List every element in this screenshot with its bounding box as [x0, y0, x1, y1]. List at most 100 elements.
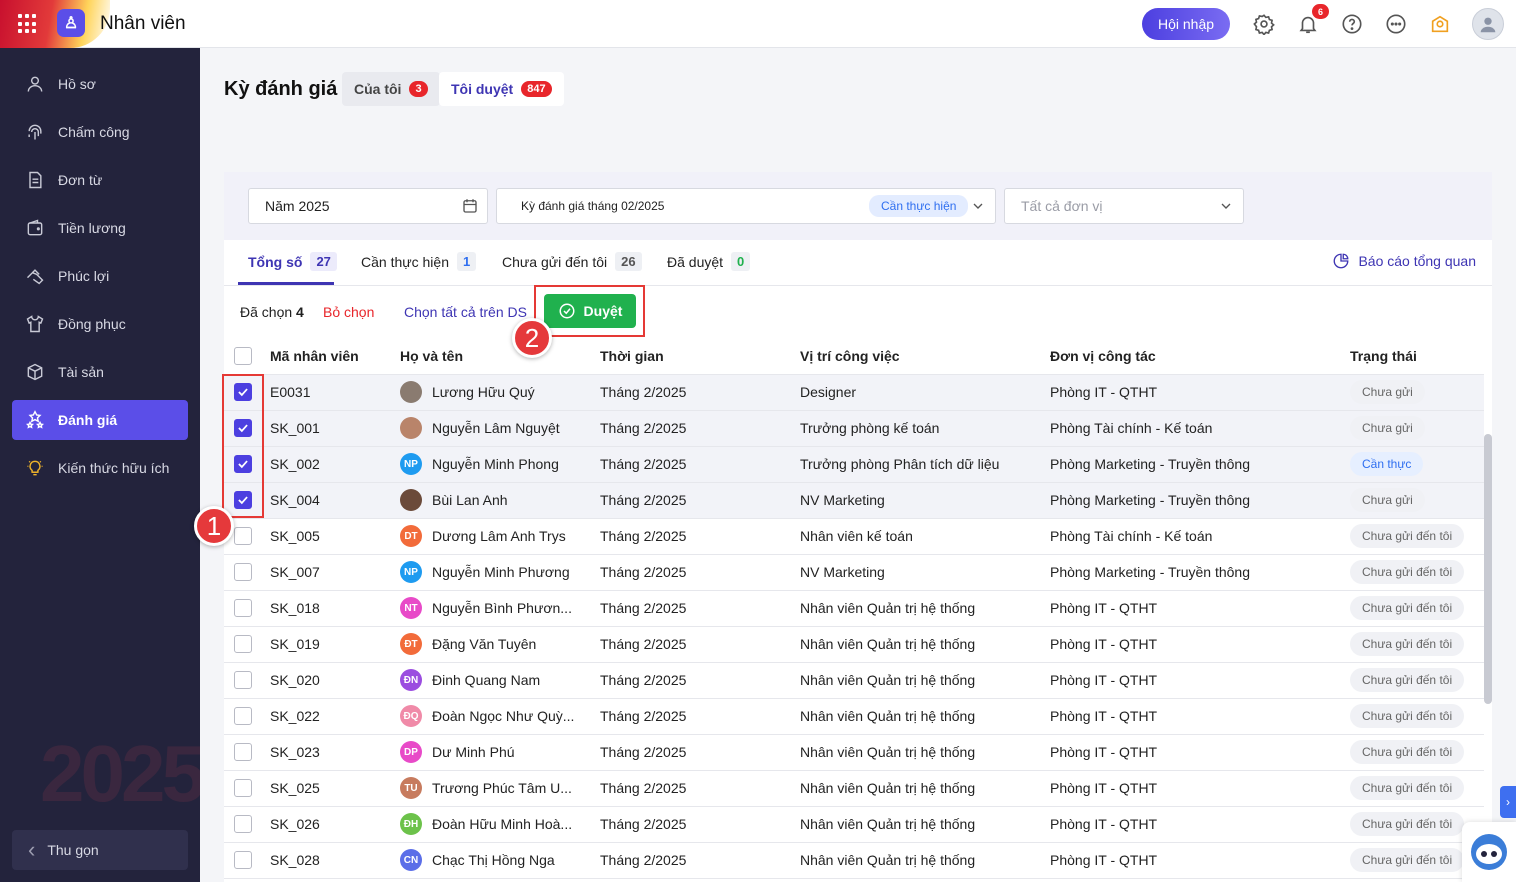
row-checkbox[interactable]: [234, 815, 252, 833]
column-header[interactable]: Họ và tên: [400, 338, 600, 375]
sidebar-item-requests[interactable]: Đơn từ: [12, 160, 188, 200]
help-icon[interactable]: [1341, 13, 1363, 35]
table-row[interactable]: SK_025 TU Trương Phúc Tâm U... Tháng 2/2025…: [224, 770, 1484, 807]
evaluation-time: Tháng 2/2025: [600, 518, 800, 555]
employee-name: Lương Hữu Quý: [432, 384, 535, 400]
job-position: Nhân viên Quản trị hệ thống: [800, 626, 1050, 663]
tab-mine[interactable]: Của tôi 3: [342, 72, 440, 106]
row-checkbox[interactable]: [234, 671, 252, 689]
sidebar-item-profile[interactable]: Hồ sơ: [12, 64, 188, 104]
unit-select[interactable]: Tất cả đơn vị: [1004, 188, 1244, 224]
table-row[interactable]: SK_020 ĐN Đinh Quang Nam Tháng 2/2025 Nhân v…: [224, 662, 1484, 699]
avatar[interactable]: [1472, 8, 1504, 40]
checkbox-highlight-box: [222, 374, 264, 518]
job-position: Trưởng phòng kế toán: [800, 410, 1050, 447]
evaluation-time: Tháng 2/2025: [600, 590, 800, 627]
more-icon[interactable]: [1385, 13, 1407, 35]
status-badge: Chưa gửi đến tôi: [1350, 776, 1465, 800]
column-header[interactable]: Đơn vị công tác: [1050, 338, 1350, 375]
evaluation-time: Tháng 2/2025: [600, 554, 800, 591]
row-checkbox[interactable]: [234, 563, 252, 581]
tab-count: 0: [731, 252, 751, 271]
table-row[interactable]: SK_022 ĐQ Đoàn Ngọc Như Quỳ... Tháng 2/2025…: [224, 698, 1484, 735]
row-checkbox[interactable]: [234, 635, 252, 653]
job-position: Nhân viên Quản trị hệ thống: [800, 770, 1050, 807]
column-header[interactable]: Vị trí công việc: [800, 338, 1050, 375]
table-row[interactable]: SK_007 NP Nguyễn Minh Phương Tháng 2/2025 NV…: [224, 554, 1484, 591]
top-bar: ♙ Nhân viên Hội nhập 6: [0, 0, 1516, 48]
table-row[interactable]: SK_028 CN Chạc Thị Hồng Nga Tháng 2/2025 Nhâ…: [224, 842, 1484, 879]
row-checkbox[interactable]: [234, 743, 252, 761]
work-unit: Phòng Marketing - Truyền thông: [1050, 554, 1350, 591]
select-all-checkbox[interactable]: [234, 346, 252, 365]
sidebar-item-benefits[interactable]: Phúc lợi: [12, 256, 188, 296]
select-all-link[interactable]: Chọn tất cả trên DS: [404, 304, 527, 320]
tab-not-sent[interactable]: Chưa gửi đến tôi 26: [502, 252, 642, 271]
tab-label: Của tôi: [354, 81, 402, 97]
year-value: Năm 2025: [265, 198, 330, 214]
evaluation-time: Tháng 2/2025: [600, 482, 800, 519]
table-row[interactable]: SK_023 DP Dư Minh Phú Tháng 2/2025 Nhân viên…: [224, 734, 1484, 771]
employee-id: SK_023: [270, 734, 400, 771]
tab-approved[interactable]: Đã duyệt 0: [667, 252, 751, 271]
unselect-link[interactable]: Bỏ chọn: [323, 304, 374, 320]
job-position: Nhân viên Quản trị hệ thống: [800, 698, 1050, 735]
table-row[interactable]: SK_001 Nguyễn Lâm Nguyệt Tháng 2/2025 Trưởn…: [224, 410, 1484, 447]
robot-icon: [1471, 834, 1507, 870]
sidebar-item-knowledge[interactable]: Kiến thức hữu ích: [12, 448, 188, 488]
tab-review[interactable]: Tôi duyệt 847: [439, 72, 564, 106]
join-button[interactable]: Hội nhập: [1142, 8, 1230, 40]
status-tabs: Tổng số 27 Cần thực hiện 1 Chưa gửi đến …: [224, 240, 1492, 286]
selection-action-bar: Đã chọn 4 Bỏ chọn Chọn tất cả trên DS Du…: [224, 286, 1492, 338]
employee-id: SK_028: [270, 842, 400, 879]
column-header[interactable]: Thời gian: [600, 338, 800, 375]
period-value: Kỳ đánh giá tháng 02/2025: [521, 199, 665, 213]
tab-todo[interactable]: Cần thực hiện 1: [361, 252, 477, 271]
chevron-down-icon: [1217, 197, 1235, 215]
row-checkbox[interactable]: [234, 707, 252, 725]
year-picker[interactable]: Năm 2025: [248, 188, 488, 224]
sidebar-item-uniform[interactable]: Đồng phục: [12, 304, 188, 344]
sidebar-item-salary[interactable]: Tiền lương: [12, 208, 188, 248]
tab-total[interactable]: Tổng số 27: [248, 252, 337, 271]
status-badge: Cần thực: [1350, 452, 1424, 476]
sidebar-item-evaluation[interactable]: Đánh giá: [12, 400, 188, 440]
evaluation-card: Năm 2025 Kỳ đánh giá tháng 02/2025 Cần t…: [224, 172, 1492, 882]
status-badge: Chưa gửi: [1350, 488, 1425, 512]
row-checkbox[interactable]: [234, 779, 252, 797]
settings-icon[interactable]: [1253, 13, 1275, 35]
table-row[interactable]: SK_018 NT Nguyễn Bình Phươn... Tháng 2/2025…: [224, 590, 1484, 627]
sidebar-item-timekeeping[interactable]: Chấm công: [12, 112, 188, 152]
sidebar-item-label: Đơn từ: [58, 172, 103, 188]
avatar: NP: [400, 453, 422, 475]
pie-chart-icon: [1334, 253, 1349, 269]
column-header[interactable]: Mã nhân viên: [270, 338, 400, 375]
idea-icon[interactable]: [1429, 13, 1451, 35]
table-row[interactable]: E0031 Lương Hữu Quý Tháng 2/2025 Designer Ph…: [224, 374, 1484, 411]
table-row[interactable]: SK_026 ĐH Đoàn Hữu Minh Hoà... Tháng 2/2025…: [224, 806, 1484, 843]
table-row[interactable]: SK_004 Bùi Lan Anh Tháng 2/2025 NV Marketin…: [224, 482, 1484, 519]
table-row[interactable]: SK_002 NP Nguyễn Minh Phong Tháng 2/2025 Trư…: [224, 446, 1484, 483]
employee-id: SK_001: [270, 410, 400, 447]
row-checkbox[interactable]: [234, 527, 252, 545]
panel-toggle-button[interactable]: ›: [1500, 786, 1516, 818]
row-checkbox[interactable]: [234, 851, 252, 869]
apps-grid-icon[interactable]: [18, 14, 38, 34]
employee-name: Chạc Thị Hồng Nga: [432, 852, 555, 868]
sidebar-item-assets[interactable]: Tài sản: [12, 352, 188, 392]
employee-id: SK_002: [270, 446, 400, 483]
table-row[interactable]: SK_019 ĐT Đặng Văn Tuyên Tháng 2/2025 Nhân v…: [224, 626, 1484, 663]
collapse-sidebar-button[interactable]: ‹ Thu gọn: [12, 830, 188, 870]
row-checkbox[interactable]: [234, 599, 252, 617]
employee-id: SK_005: [270, 518, 400, 555]
sidebar-item-label: Tiền lương: [58, 220, 126, 236]
job-position: NV Marketing: [800, 554, 1050, 591]
chatbot-button[interactable]: [1462, 822, 1516, 882]
table-scrollbar[interactable]: [1484, 434, 1492, 704]
period-select[interactable]: Kỳ đánh giá tháng 02/2025 Cần thực hiện: [496, 188, 996, 224]
overview-report-link[interactable]: Báo cáo tổng quan: [1332, 252, 1476, 270]
column-header[interactable]: Trạng thái: [1350, 338, 1484, 375]
table-row[interactable]: SK_005 DT Dương Lâm Anh Trys Tháng 2/2025 Nh…: [224, 518, 1484, 555]
avatar: TU: [400, 777, 422, 799]
decorative-2025-watermark: 2025: [40, 729, 206, 818]
